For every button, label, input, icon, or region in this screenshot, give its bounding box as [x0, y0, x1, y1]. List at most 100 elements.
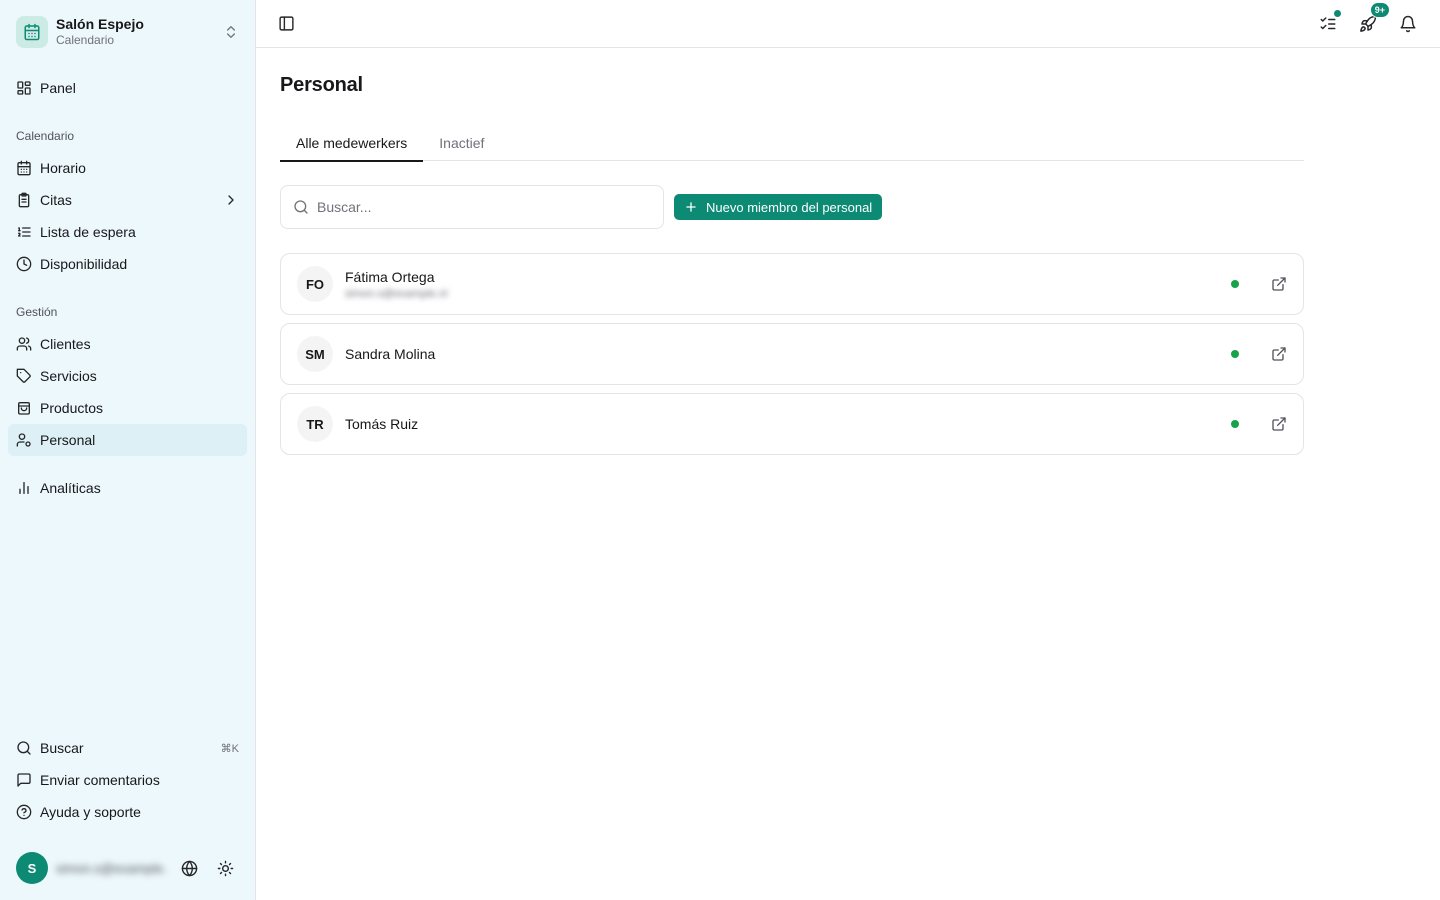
sidebar-item-label: Buscar	[40, 740, 84, 756]
sidebar-item-label: Enviar comentarios	[40, 772, 160, 788]
sidebar-item-label: Panel	[40, 80, 76, 96]
tasks-button[interactable]	[1312, 8, 1344, 40]
page-title: Personal	[280, 74, 363, 96]
avatar: TR	[297, 406, 333, 442]
nav-calendar-group: Calendario Horario Citas Lista de espera	[8, 120, 247, 280]
page-content: Personal Alle medewerkers Inactief Nuevo…	[256, 48, 1328, 481]
staff-info: Sandra Molina	[345, 346, 1219, 362]
external-link-icon[interactable]	[1271, 416, 1287, 432]
sidebar-item-clientes[interactable]: Clientes	[8, 328, 247, 360]
staff-row[interactable]: SM Sandra Molina	[280, 323, 1304, 385]
tab-all-staff[interactable]: Alle medewerkers	[280, 125, 424, 162]
org-switcher[interactable]: Salón Espejo Calendario	[8, 0, 247, 64]
sidebar-item-personal[interactable]: Personal	[8, 424, 247, 456]
nav-main: Panel	[8, 72, 247, 104]
tabs: Alle medewerkers Inactief	[280, 125, 1304, 162]
message-square-icon	[16, 772, 32, 788]
sidebar-item-label: Horario	[40, 160, 86, 176]
staff-row[interactable]: TR Tomás Ruiz	[280, 393, 1304, 455]
external-link-icon[interactable]	[1271, 346, 1287, 362]
chevrons-up-down-icon	[223, 24, 239, 40]
staff-list: FO Fátima Ortega simon.s@example.nl SM S…	[280, 253, 1304, 455]
clipboard-icon	[16, 192, 32, 208]
search-box[interactable]	[280, 185, 664, 229]
nav-group-label: Calendario	[16, 129, 75, 143]
sidebar-item-productos[interactable]: Productos	[8, 392, 247, 424]
org-name: Salón Espejo	[56, 16, 144, 33]
nav-footer: Buscar ⌘K Enviar comentarios Ayuda y sop…	[8, 732, 247, 828]
sidebar-item-label: Analíticas	[40, 480, 101, 496]
sidebar-item-citas[interactable]: Citas	[8, 184, 247, 216]
toolbar: Nuevo miembro del personal	[280, 185, 1304, 229]
staff-email: simon.s@example.nl	[345, 287, 448, 300]
sidebar-item-label: Citas	[40, 192, 72, 208]
staff-info: Fátima Ortega simon.s@example.nl	[345, 269, 1219, 300]
user-cog-icon	[16, 432, 32, 448]
bar-chart-icon	[16, 480, 32, 496]
staff-name: Fátima Ortega	[345, 268, 435, 285]
notifications-button[interactable]	[1392, 8, 1424, 40]
users-icon	[16, 336, 32, 352]
nav-analytics: Analíticas	[8, 472, 247, 504]
status-active-dot	[1231, 350, 1239, 358]
shopping-bag-icon	[16, 400, 32, 416]
topbar: 9+	[256, 0, 1440, 48]
nav-management-group: Gestión Clientes Servicios Productos Per…	[8, 296, 247, 456]
external-link-icon[interactable]	[1271, 276, 1287, 292]
bell-icon	[1399, 15, 1417, 33]
sidebar-item-label: Clientes	[40, 336, 91, 352]
org-subtitle: Calendario	[56, 33, 115, 48]
user-menu[interactable]: S simon.s@example.com	[8, 836, 247, 900]
sidebar-item-feedback[interactable]: Enviar comentarios	[8, 764, 247, 796]
avatar: SM	[297, 336, 333, 372]
tab-inactive[interactable]: Inactief	[423, 125, 500, 161]
sidebar-toggle-icon[interactable]	[272, 10, 300, 38]
chevron-right-icon	[223, 192, 239, 208]
staff-row[interactable]: FO Fátima Ortega simon.s@example.nl	[280, 253, 1304, 315]
sidebar-item-label: Personal	[40, 432, 96, 448]
calendar-icon	[16, 160, 32, 176]
search-input[interactable]	[317, 199, 651, 215]
notification-count-badge: 9+	[1369, 1, 1390, 18]
status-active-dot	[1231, 280, 1239, 288]
updates-button[interactable]: 9+	[1352, 1, 1390, 40]
avatar: FO	[297, 266, 333, 302]
sidebar-item-disponibilidad[interactable]: Disponibilidad	[8, 248, 247, 280]
sidebar-item-analiticas[interactable]: Analíticas	[8, 472, 247, 504]
tag-icon	[16, 368, 32, 384]
new-staff-button[interactable]: Nuevo miembro del personal	[674, 194, 883, 220]
nav-group-label: Gestión	[16, 305, 58, 319]
search-icon	[293, 199, 309, 215]
tasks-dot-badge	[1333, 8, 1342, 18]
list-ordered-icon	[16, 224, 32, 240]
sidebar-item-label: Servicios	[40, 368, 97, 384]
sidebar-item-help[interactable]: Ayuda y soporte	[8, 796, 247, 828]
sidebar-item-panel[interactable]: Panel	[8, 72, 247, 104]
help-circle-icon	[16, 804, 32, 820]
sidebar: Salón Espejo Calendario Panel Calendario…	[0, 0, 256, 900]
topbar-actions: 9+	[1312, 1, 1424, 40]
new-staff-button-label: Nuevo miembro del personal	[706, 199, 873, 215]
sidebar-item-servicios[interactable]: Servicios	[8, 360, 247, 392]
globe-icon[interactable]	[175, 854, 203, 882]
sidebar-item-label: Disponibilidad	[40, 256, 128, 272]
staff-name: Sandra Molina	[345, 346, 436, 362]
sidebar-item-buscar[interactable]: Buscar ⌘K	[8, 732, 247, 764]
sun-icon[interactable]	[211, 854, 239, 882]
sidebar-item-lista-de-espera[interactable]: Lista de espera	[8, 216, 247, 248]
user-email: simon.s@example.com	[56, 860, 167, 876]
sidebar-item-horario[interactable]: Horario	[8, 152, 247, 184]
plus-icon	[684, 200, 698, 214]
sidebar-item-label: Ayuda y soporte	[40, 804, 141, 820]
keyboard-shortcut: ⌘K	[220, 742, 239, 755]
dashboard-icon	[16, 80, 32, 96]
clock-icon	[16, 256, 32, 272]
search-icon	[16, 740, 32, 756]
calendar-logo-icon	[16, 16, 48, 48]
staff-info: Tomás Ruiz	[345, 416, 1219, 432]
status-active-dot	[1231, 420, 1239, 428]
sidebar-item-label: Lista de espera	[40, 224, 136, 240]
avatar[interactable]: S	[16, 852, 48, 884]
sidebar-item-label: Productos	[40, 400, 104, 416]
